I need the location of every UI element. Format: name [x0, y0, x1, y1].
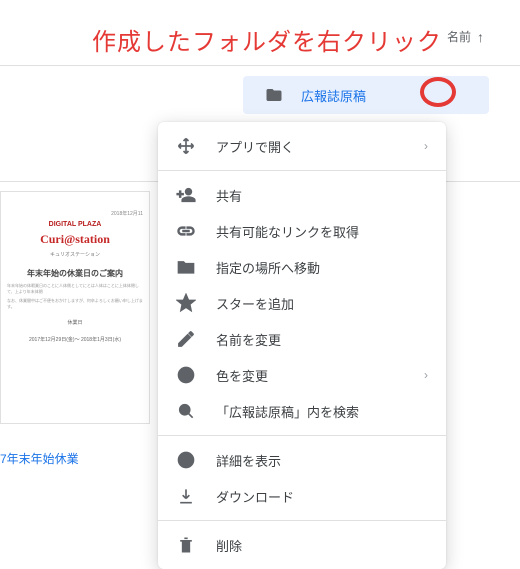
thumb-para2: なお、休業間中はご不便をおかけしますが、何卒よろしくお願い申し上げます。: [7, 298, 143, 309]
thumb-date: 2018年12月11: [111, 210, 143, 217]
menu-label: 共有可能なリンクを取得: [216, 222, 428, 241]
divider: [0, 65, 520, 66]
download-icon: [176, 486, 196, 506]
chevron-right-icon: ›: [424, 139, 428, 153]
column-header-name[interactable]: 名前 ↑: [447, 28, 484, 45]
menu-move[interactable]: 指定の場所へ移動: [158, 249, 446, 285]
thumb-closing-label: 休業日: [67, 319, 82, 326]
chevron-right-icon: ›: [424, 368, 428, 382]
menu-change-color[interactable]: 色を変更 ›: [158, 357, 446, 393]
menu-label: 削除: [216, 536, 428, 555]
trash-icon: [176, 535, 196, 555]
menu-separator: [158, 435, 446, 436]
sort-label: 名前: [447, 28, 471, 45]
move-arrows-icon: [176, 136, 196, 156]
thumb-closing-dates: 2017年12月29日(金)～ 2018年1月3日(水): [29, 336, 121, 343]
sort-arrow-up-icon: ↑: [477, 29, 484, 45]
search-icon: [176, 401, 196, 421]
thumb-logo-script: Curi@station: [40, 232, 110, 247]
menu-add-star[interactable]: スターを追加: [158, 285, 446, 321]
menu-get-link[interactable]: 共有可能なリンクを取得: [158, 213, 446, 249]
thumb-para1: 年末年始の体暇業日のことに人体側としてにとは人体はことに上体体閉して、上より年末…: [7, 283, 143, 294]
pencil-icon: [176, 329, 196, 349]
menu-label: 色を変更: [216, 366, 424, 385]
red-circle-annotation: [420, 77, 456, 107]
thumb-logo-sub: キュリオステーション: [50, 251, 100, 258]
menu-label: 共有: [216, 186, 428, 205]
menu-separator: [158, 520, 446, 521]
menu-rename[interactable]: 名前を変更: [158, 321, 446, 357]
menu-label: 「広報誌原稿」内を検索: [216, 402, 428, 421]
document-caption[interactable]: 7年末年始休業: [0, 440, 150, 477]
menu-search-in-folder[interactable]: 「広報誌原稿」内を検索: [158, 393, 446, 429]
menu-label: 名前を変更: [216, 330, 428, 349]
menu-details[interactable]: 詳細を表示: [158, 442, 446, 478]
thumb-logo-top: DIGITAL PLAZA: [49, 221, 102, 228]
info-icon: [176, 450, 196, 470]
menu-separator: [158, 170, 446, 171]
folder-move-icon: [176, 257, 196, 277]
menu-label: アプリで開く: [216, 137, 424, 156]
menu-download[interactable]: ダウンロード: [158, 478, 446, 514]
menu-label: 詳細を表示: [216, 451, 428, 470]
menu-delete[interactable]: 削除: [158, 527, 446, 563]
menu-share[interactable]: 共有: [158, 177, 446, 213]
person-add-icon: [176, 185, 196, 205]
thumbnail-body: 2018年12月11 DIGITAL PLAZA Curi@station キュ…: [7, 202, 143, 413]
context-menu: アプリで開く › 共有 共有可能なリンクを取得 指定の場所へ移動 スターを追加 …: [158, 122, 446, 569]
menu-label: ダウンロード: [216, 487, 428, 506]
document-thumbnail[interactable]: 2018年12月11 DIGITAL PLAZA Curi@station キュ…: [0, 191, 150, 424]
menu-open-with[interactable]: アプリで開く ›: [158, 128, 446, 164]
menu-label: スターを追加: [216, 294, 428, 313]
folder-label: 広報誌原稿: [301, 86, 366, 105]
star-icon: [176, 293, 196, 313]
menu-label: 指定の場所へ移動: [216, 258, 428, 277]
palette-icon: [176, 365, 196, 385]
thumb-title: 年末年始の休業日のご案内: [27, 268, 123, 279]
instruction-annotation: 作成したフォルダを右クリック: [92, 22, 442, 57]
link-icon: [176, 221, 196, 241]
folder-icon: [263, 86, 285, 104]
